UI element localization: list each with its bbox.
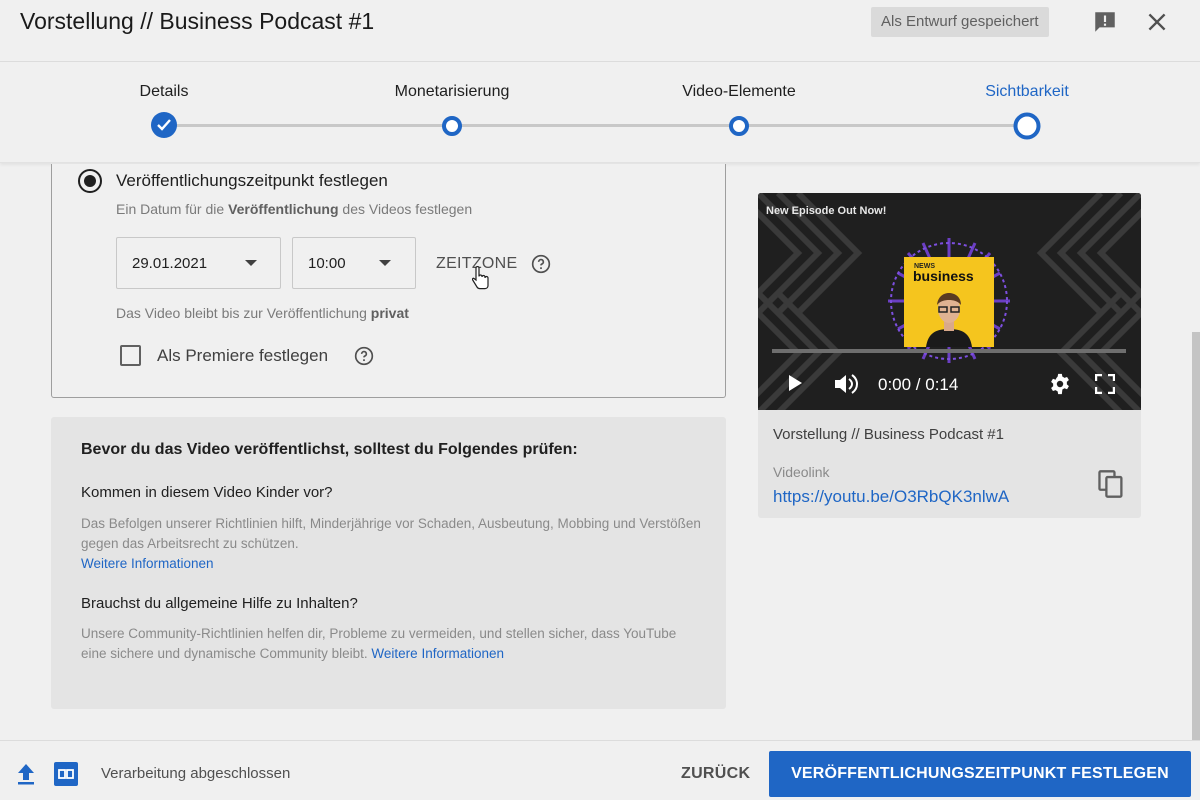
- video-overlay-title: New Episode Out Now!: [766, 205, 887, 217]
- private-note: Das Video bleibt bis zur Veröffentlichun…: [116, 305, 409, 321]
- sd-badge-icon: [58, 769, 74, 779]
- step-video-elements-label[interactable]: Video-Elemente: [682, 83, 796, 101]
- step-visibility-label[interactable]: Sichtbarkeit: [985, 83, 1069, 101]
- video-player[interactable]: New Episode Out Now! NEWS business 0:00 …: [758, 193, 1141, 410]
- private-note-bold: privat: [370, 305, 409, 321]
- learn-more-link[interactable]: Weitere Informationen: [81, 556, 214, 571]
- chevron-down-icon: [245, 260, 257, 266]
- premiere-checkbox[interactable]: [120, 345, 141, 366]
- gear-icon[interactable]: [1049, 373, 1071, 395]
- scrollbar[interactable]: [1192, 332, 1200, 740]
- checklist-question-help: Brauchst du allgemeine Hilfe zu Inhalten…: [81, 595, 358, 612]
- video-time: 0:00 / 0:14: [878, 375, 959, 394]
- step-visibility-dot[interactable]: [1013, 112, 1041, 140]
- dialog-header: Vorstellung // Business Podcast #1 Als E…: [0, 0, 1200, 62]
- step-video-elements-dot[interactable]: [729, 116, 749, 136]
- checklist-text-children: Das Befolgen unserer Richtlinien hilft, …: [81, 514, 701, 574]
- checklist-question-children: Kommen in diesem Video Kinder vor?: [81, 484, 333, 501]
- stepper-track: [164, 124, 1028, 127]
- feedback-icon[interactable]: [1092, 9, 1118, 35]
- draft-status-badge: Als Entwurf gespeichert: [871, 7, 1049, 37]
- step-monetization-label[interactable]: Monetarisierung: [395, 83, 510, 101]
- date-value: 29.01.2021: [132, 255, 208, 272]
- check-icon: [157, 119, 171, 131]
- back-button[interactable]: ZURÜCK: [681, 765, 750, 783]
- video-thumbnail: NEWS business: [904, 257, 994, 347]
- help-icon[interactable]: [354, 346, 374, 366]
- hand-cursor-icon: [472, 266, 489, 290]
- checklist-text-help: Unsere Community-Richtlinien helfen dir,…: [81, 624, 701, 664]
- volume-icon[interactable]: [834, 373, 860, 395]
- processing-status: Verarbeitung abgeschlossen: [101, 765, 291, 782]
- date-select[interactable]: 29.01.2021: [116, 237, 281, 289]
- time-select[interactable]: 10:00: [292, 237, 416, 289]
- chevron-down-icon: [379, 260, 391, 266]
- step-monetization-dot[interactable]: [442, 116, 462, 136]
- learn-more-link[interactable]: Weitere Informationen: [371, 646, 504, 661]
- checklist-title: Bevor du das Video veröffentlichst, soll…: [81, 441, 578, 458]
- schedule-description-suffix: des Videos festlegen: [338, 201, 473, 217]
- progress-stepper: Details Monetarisierung Video-Elemente S…: [0, 63, 1200, 163]
- help-icon[interactable]: [531, 254, 551, 274]
- close-icon[interactable]: [1144, 9, 1170, 35]
- schedule-radio-label[interactable]: Veröffentlichungszeitpunkt festlegen: [116, 171, 388, 191]
- step-details-done-icon[interactable]: [151, 112, 177, 138]
- dialog-title: Vorstellung // Business Podcast #1: [20, 8, 375, 34]
- copy-icon[interactable]: [1097, 469, 1125, 499]
- checklist-text-children-body: Das Befolgen unserer Richtlinien hilft, …: [81, 516, 701, 551]
- video-progress-bar[interactable]: [772, 349, 1126, 353]
- schedule-publish-button[interactable]: VERÖFFENTLICHUNGSZEITPUNKT FESTLEGEN: [769, 751, 1191, 797]
- step-details-label[interactable]: Details: [140, 83, 189, 101]
- fullscreen-icon[interactable]: [1095, 374, 1115, 394]
- preview-video-title: Vorstellung // Business Podcast #1: [773, 426, 1004, 443]
- video-link[interactable]: https://youtu.be/O3RbQK3nlwA: [773, 487, 1009, 507]
- schedule-description: Ein Datum für die Veröffentlichung des V…: [116, 201, 472, 217]
- schedule-description-bold: Veröffentlichung: [228, 201, 339, 217]
- schedule-radio[interactable]: [78, 169, 102, 193]
- private-note-prefix: Das Video bleibt bis zur Veröffentlichun…: [116, 305, 371, 321]
- premiere-label[interactable]: Als Premiere festlegen: [157, 346, 328, 366]
- presenter-image: [926, 293, 972, 347]
- hd-processing-icon: [54, 762, 78, 786]
- play-icon[interactable]: [786, 374, 804, 392]
- upload-icon: [18, 764, 34, 785]
- schedule-description-prefix: Ein Datum für die: [116, 201, 229, 217]
- time-value: 10:00: [308, 255, 346, 272]
- thumbnail-title: business: [913, 268, 974, 284]
- video-link-label: Videolink: [773, 464, 830, 480]
